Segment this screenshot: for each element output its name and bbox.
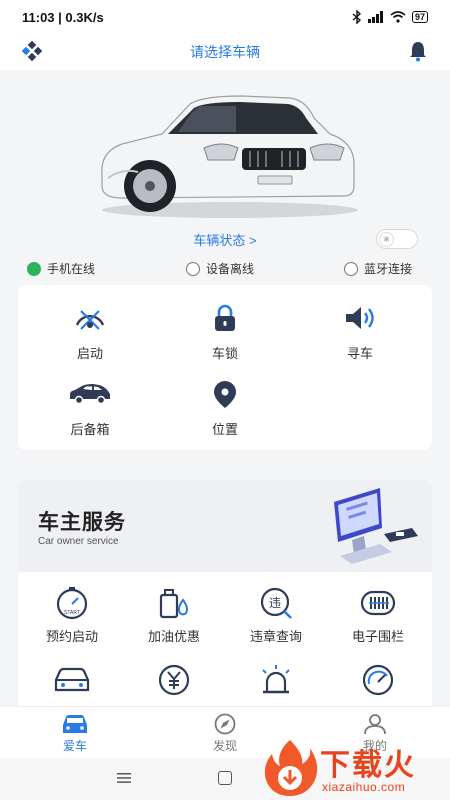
watermark-domain: xiazaihuo.com [322,780,406,794]
service-item-car[interactable] [22,664,122,702]
compass-icon [214,713,236,735]
status-dot-icon [27,261,41,276]
connection-label: 手机在线 [47,262,96,276]
tab-discover[interactable]: 发现 [195,713,255,754]
service-title: 车主服务 [38,511,126,534]
horn-icon [346,307,374,329]
status-dot-icon [186,261,200,276]
control-find-car[interactable]: 寻车 [310,303,410,362]
battery-indicator: 97 [411,11,428,23]
vehicle-controls-card: 启动 车锁 寻车 后备箱 位置 [18,285,432,450]
car-icon [54,667,90,692]
connection-device-offline: 设备离线 [186,260,254,277]
stopwatch-icon: START [56,587,88,620]
control-location[interactable]: 位置 [175,379,275,438]
recent-apps-icon[interactable] [117,773,131,783]
status-time: 11:03 | 0.3K/s [22,9,104,25]
service-item-alarm[interactable] [226,664,326,702]
watermark-title: 下载火 [320,749,416,782]
control-trunk[interactable]: 后备箱 [40,379,140,438]
alarm-light-icon [262,665,290,694]
control-label: 位置 [211,422,238,437]
service-label: 电子围栏 [351,629,404,644]
control-label: 车锁 [211,346,238,361]
connection-label: 蓝牙连接 [364,262,413,276]
bell-icon[interactable] [406,39,430,63]
watermark: 下载火 xiazaihuo.com [262,738,447,800]
service-item-payment[interactable] [124,664,224,702]
violation-icon: 违 [260,587,292,619]
service-grid: START 预约启动 加油优惠 违 违章查询 电子围栏 [18,572,432,712]
service-fuel-discount[interactable]: 加油优惠 [124,586,224,645]
svg-text:START: START [64,610,80,616]
svg-text:违: 违 [269,596,281,610]
status-bar: 11:03 | 0.3K/s 97 [0,0,450,34]
signal-icon [367,11,383,23]
tab-label: 发现 [212,739,237,753]
connection-label: 设备离线 [206,262,255,276]
connection-phone-online: 手机在线 [27,260,95,277]
wifi-icon [390,11,406,23]
control-label: 启动 [76,346,103,361]
service-label: 违章查询 [249,629,302,644]
service-scheduled-start[interactable]: START 预约启动 [22,586,122,645]
speedometer-icon [362,664,394,696]
control-start[interactable]: 启动 [40,303,140,362]
service-label: 加油优惠 [147,629,200,644]
car-owner-service-banner[interactable]: 车主服务 Car owner service [18,480,432,572]
flame-logo-icon [264,740,318,796]
service-violation-query[interactable]: 违 违章查询 [226,586,326,645]
home-button[interactable] [218,771,232,785]
control-label: 寻车 [346,346,373,361]
vehicle-hero [0,70,450,255]
user-icon [364,714,386,735]
fence-icon [360,590,396,616]
tab-label: 爱车 [62,739,87,753]
status-icons: 97 [352,10,428,24]
car-icon [63,715,87,733]
menu-dots-icon[interactable] [20,40,44,64]
tab-my-car[interactable]: 爱车 [45,713,105,754]
fuel-can-icon [159,589,188,619]
bluetooth-toggle-knob-icon: ✱ [379,232,394,247]
car-image [101,95,358,218]
bluetooth-toggle[interactable]: ✱ [376,229,418,249]
engine-start-icon [75,310,105,330]
car-trunk-icon [70,384,110,405]
service-label: 预约启动 [45,629,98,644]
connection-status-row: 手机在线 设备离线 蓝牙连接 [0,260,450,278]
control-lock[interactable]: 车锁 [175,303,275,362]
service-subtitle: Car owner service [38,536,119,547]
lock-icon [215,304,235,331]
bluetooth-icon [352,10,362,24]
control-label: 后备箱 [70,422,110,437]
yen-icon [158,664,190,696]
vehicle-selector[interactable]: 请选择车辆 [190,42,260,62]
computer-illustration-icon [334,488,418,564]
app-header: 请选择车辆 [0,34,450,70]
service-item-speed[interactable] [328,664,428,702]
service-geofence[interactable]: 电子围栏 [328,586,428,645]
connection-bluetooth: 蓝牙连接 [344,260,412,277]
status-dot-icon [344,261,358,276]
location-pin-icon [214,381,236,408]
